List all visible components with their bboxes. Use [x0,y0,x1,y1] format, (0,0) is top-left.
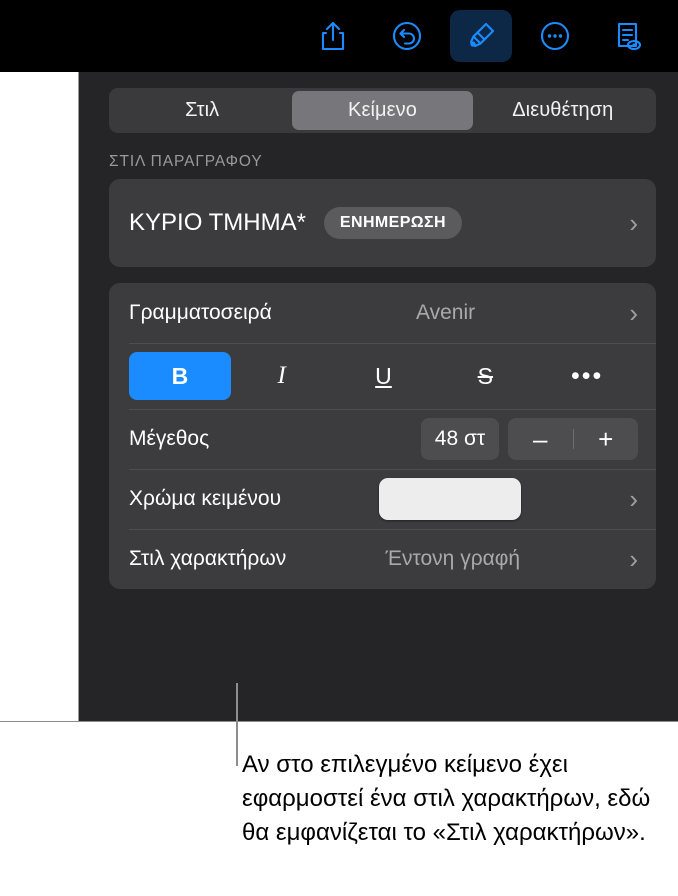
update-style-button[interactable]: ΕΝΗΜΕΡΩΣΗ [324,207,462,239]
font-size-row: Μέγεθος 48 στ – + [109,409,656,469]
more-button[interactable] [524,10,586,62]
font-size-value[interactable]: 48 στ [421,418,499,460]
share-icon [319,20,347,52]
undo-button[interactable] [376,10,438,62]
callout-leader-line [236,683,238,766]
italic-button[interactable]: I [231,352,333,400]
chevron-right-icon: › [619,300,638,326]
text-format-card: Γραμματοσειρά Avenir › B I U S ••• Μέγεθ… [109,283,656,589]
font-size-label: Μέγεθος [129,427,209,451]
paintbrush-icon [465,20,497,52]
paragraph-style-section-label: ΣΤΙΛ ΠΑΡΑΓΡΑΦΟΥ [109,153,656,171]
font-label: Γραμματοσειρά [129,301,272,325]
underline-button[interactable]: U [333,352,435,400]
document-view-button[interactable] [598,10,660,62]
character-format-row: B I U S ••• [109,343,656,409]
format-inspector-panel: Στιλ Κείμενο Διευθέτηση ΣΤΙΛ ΠΑΡΑΓΡΑΦΟΥ … [79,72,678,722]
font-row[interactable]: Γραμματοσειρά Avenir › [109,283,656,343]
character-styles-row[interactable]: Στιλ χαρακτήρων Έντονη γραφή › [109,529,656,589]
font-value: Avenir [416,301,475,325]
tab-style[interactable]: Στιλ [112,91,292,130]
chevron-right-icon: › [619,210,638,236]
more-icon [539,20,571,52]
top-toolbar [0,0,678,72]
share-button[interactable] [302,10,364,62]
tab-text[interactable]: Κείμενο [292,91,472,130]
strikethrough-button[interactable]: S [434,352,536,400]
tab-arrange[interactable]: Διευθέτηση [473,91,653,130]
font-size-increment-button[interactable]: + [574,426,639,452]
undo-icon [391,20,423,52]
text-color-row[interactable]: Χρώμα κειμένου › [109,469,656,529]
chevron-right-icon: › [619,546,638,572]
document-page [0,72,79,721]
text-color-swatch[interactable] [379,478,521,520]
callout-caption: Αν στο επιλεγμένο κείμενο έχει εφαρμοστε… [242,748,672,850]
chevron-right-icon: › [619,486,638,512]
more-text-options-button[interactable]: ••• [536,352,638,400]
font-size-stepper: – + [508,418,638,460]
paragraph-style-row[interactable]: ΚΥΡΙΟ ΤΜΗΜΑ* ΕΝΗΜΕΡΩΣΗ › [109,179,656,267]
character-format-buttons: B I U S ••• [129,352,638,400]
inspector-tabs: Στιλ Κείμενο Διευθέτηση [109,88,656,133]
screenshot-frame: Στιλ Κείμενο Διευθέτηση ΣΤΙΛ ΠΑΡΑΓΡΑΦΟΥ … [0,0,678,722]
character-styles-label: Στιλ χαρακτήρων [129,547,286,571]
character-styles-value: Έντονη γραφή [386,547,521,571]
paragraph-style-name: ΚΥΡΙΟ ΤΜΗΜΑ* [129,209,306,237]
format-button[interactable] [450,10,512,62]
bold-button[interactable]: B [129,352,231,400]
font-size-decrement-button[interactable]: – [508,426,573,452]
text-color-label: Χρώμα κειμένου [129,487,281,511]
document-icon [614,20,644,52]
